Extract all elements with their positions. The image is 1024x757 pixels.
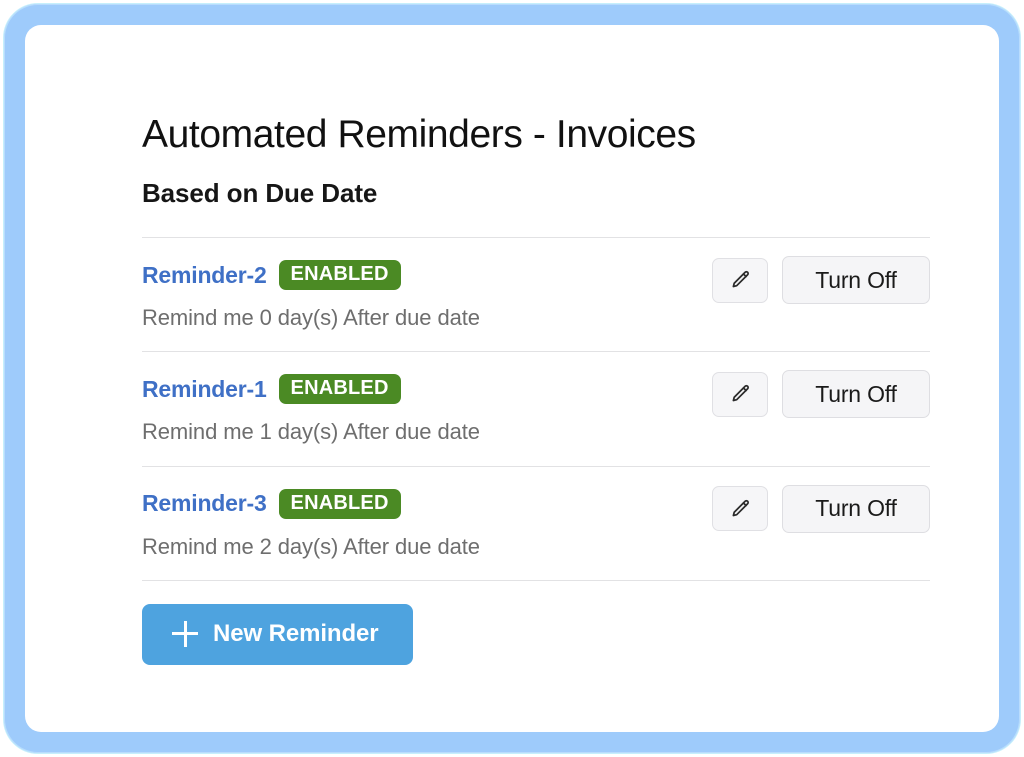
pencil-icon [729, 269, 751, 291]
card-footer: New Reminder [142, 581, 930, 665]
reminder-row: Reminder-1 ENABLED Remind me 1 day(s) Af… [142, 352, 930, 465]
new-reminder-button[interactable]: New Reminder [142, 603, 413, 665]
window-content-area: Automated Reminders - Invoices Based on … [25, 25, 999, 732]
reminder-name-link[interactable]: Reminder-3 [142, 492, 267, 515]
turn-off-button[interactable]: Turn Off [782, 484, 930, 533]
reminder-row: Reminder-3 ENABLED Remind me 2 day(s) Af… [142, 467, 930, 580]
reminder-actions: Turn Off [712, 256, 930, 305]
window-frame: Automated Reminders - Invoices Based on … [4, 4, 1020, 753]
reminder-actions: Turn Off [712, 370, 930, 419]
reminder-description: Remind me 0 day(s) After due date [142, 305, 480, 331]
edit-reminder-button[interactable] [712, 371, 768, 417]
page-title: Automated Reminders - Invoices [142, 113, 696, 156]
status-badge: ENABLED [278, 488, 401, 519]
reminder-row: Reminder-2 ENABLED Remind me 0 day(s) Af… [142, 238, 930, 351]
status-badge: ENABLED [278, 374, 401, 405]
reminder-description: Remind me 2 day(s) After due date [142, 533, 480, 559]
pencil-icon [729, 498, 751, 520]
status-badge: ENABLED [278, 260, 401, 291]
plus-icon [172, 621, 198, 648]
reminder-name-link[interactable]: Reminder-2 [142, 263, 267, 287]
turn-off-button[interactable]: Turn Off [782, 256, 930, 305]
edit-reminder-button[interactable] [712, 257, 768, 303]
reminder-name-link[interactable]: Reminder-1 [142, 377, 267, 401]
turn-off-button[interactable]: Turn Off [782, 370, 930, 419]
pencil-icon [729, 383, 751, 405]
reminders-card: Automated Reminders - Invoices Based on … [142, 113, 930, 665]
reminder-description: Remind me 1 day(s) After due date [142, 419, 480, 445]
section-subtitle: Based on Due Date [142, 177, 378, 208]
reminder-actions: Turn Off [712, 484, 930, 533]
edit-reminder-button[interactable] [712, 486, 768, 532]
new-reminder-label: New Reminder [213, 620, 379, 648]
